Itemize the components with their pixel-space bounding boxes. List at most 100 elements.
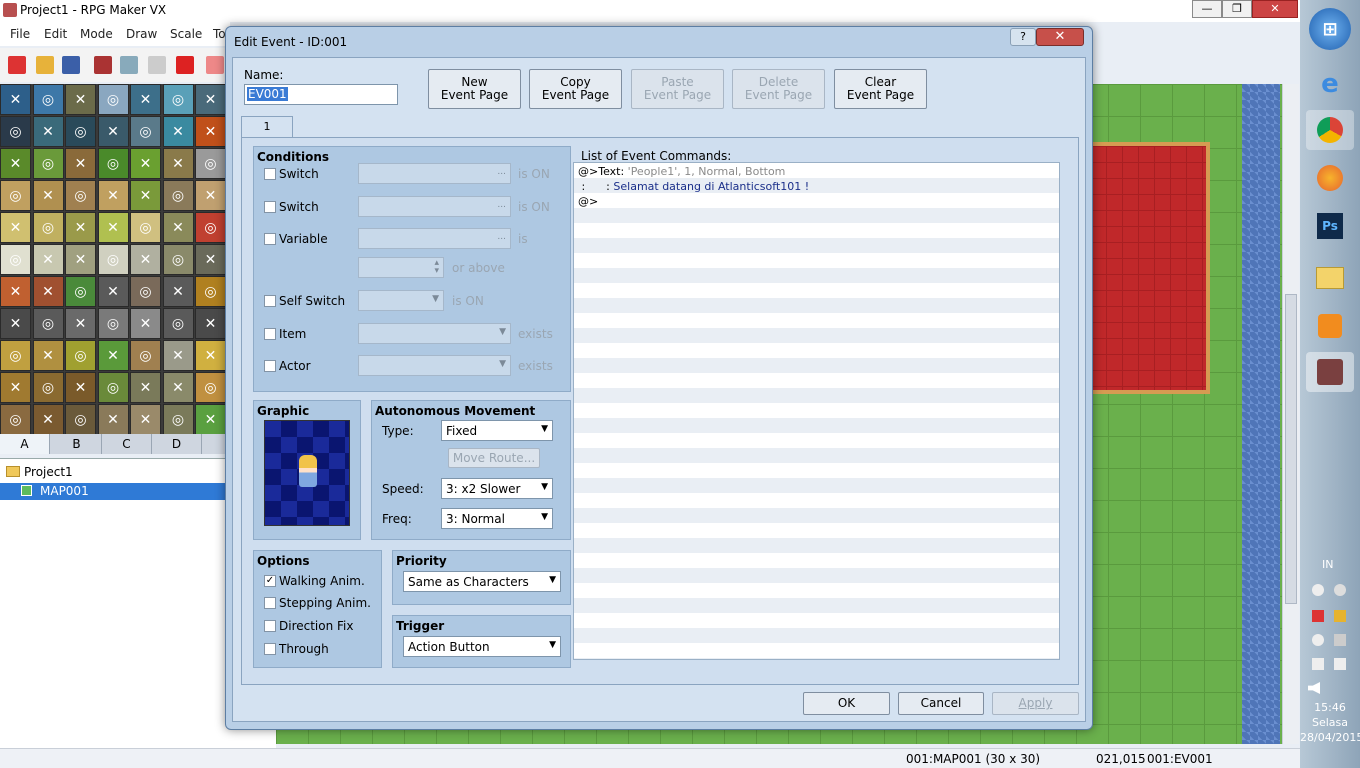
tile[interactable]: ✕: [0, 84, 31, 115]
tile[interactable]: ✕: [195, 116, 226, 147]
clear-event-page-button[interactable]: Clear Event Page: [834, 69, 927, 109]
tile[interactable]: ◎: [130, 116, 161, 147]
tile[interactable]: ◎: [130, 340, 161, 371]
tile[interactable]: ◎: [65, 276, 96, 307]
delete-icon[interactable]: [176, 56, 194, 74]
tab-tileset-b[interactable]: B: [52, 434, 102, 454]
tree-item-selected[interactable]: [0, 483, 228, 500]
rpg-maker-icon[interactable]: [1306, 352, 1354, 392]
type-select[interactable]: Fixed ▼: [441, 420, 553, 441]
tile[interactable]: ◎: [0, 244, 31, 275]
tile[interactable]: ✕: [32, 180, 64, 211]
tile[interactable]: ✕: [130, 148, 161, 179]
tile[interactable]: ◎: [97, 148, 129, 179]
chrome-icon[interactable]: [1306, 110, 1354, 150]
copy-icon[interactable]: [120, 56, 138, 74]
tile[interactable]: ✕: [130, 180, 161, 211]
tab-tileset-a[interactable]: A: [0, 434, 50, 454]
tray-icon[interactable]: [1334, 584, 1346, 596]
tile[interactable]: ✕: [97, 340, 129, 371]
tile[interactable]: ✕: [97, 180, 129, 211]
command-line-3[interactable]: @>: [578, 195, 598, 208]
volume-icon[interactable]: [1308, 682, 1320, 694]
tile[interactable]: ✕: [130, 308, 161, 339]
pen-icon[interactable]: [1334, 610, 1346, 622]
scrollbar-thumb[interactable]: [1285, 294, 1297, 604]
event-graphic[interactable]: [264, 420, 350, 526]
tile[interactable]: ◎: [195, 148, 226, 179]
tile[interactable]: ✕: [65, 148, 96, 179]
tile[interactable]: ◎: [0, 340, 31, 371]
tile[interactable]: ✕: [0, 212, 31, 243]
command-line-2[interactable]: : : Selamat datang di Atlanticsoft101 !: [578, 180, 809, 193]
variable-checkbox[interactable]: [264, 233, 276, 245]
tile[interactable]: ◎: [162, 84, 194, 115]
antivirus-icon[interactable]: [1312, 610, 1324, 622]
menu-tools[interactable]: To: [213, 27, 226, 41]
undo-icon[interactable]: [206, 56, 224, 74]
tile[interactable]: ◎: [65, 340, 96, 371]
tile[interactable]: ◎: [195, 372, 226, 403]
tile[interactable]: ◎: [0, 180, 31, 211]
item-select[interactable]: ▼: [358, 323, 511, 344]
stepping-anim-checkbox[interactable]: [264, 597, 276, 609]
cut-icon[interactable]: [94, 56, 112, 74]
direction-fix-checkbox[interactable]: [264, 620, 276, 632]
apply-button[interactable]: Apply: [992, 692, 1079, 715]
tile[interactable]: ◎: [65, 180, 96, 211]
tile[interactable]: ✕: [32, 404, 64, 434]
tile[interactable]: ◎: [130, 212, 161, 243]
tile[interactable]: ✕: [65, 372, 96, 403]
tile[interactable]: ✕: [97, 212, 129, 243]
media-player-icon[interactable]: [1306, 306, 1354, 346]
tree-map[interactable]: MAP001: [40, 484, 89, 498]
tile[interactable]: ✕: [130, 404, 161, 434]
tile[interactable]: ✕: [195, 84, 226, 115]
minimize-button[interactable]: —: [1192, 0, 1222, 18]
tile[interactable]: ◎: [97, 308, 129, 339]
tile[interactable]: ✕: [195, 340, 226, 371]
tile[interactable]: ✕: [195, 244, 226, 275]
tile[interactable]: ✕: [162, 372, 194, 403]
tab-tileset-d[interactable]: D: [152, 434, 202, 454]
tile[interactable]: ◎: [65, 404, 96, 434]
firefox-icon[interactable]: [1306, 158, 1354, 198]
tile[interactable]: ◎: [32, 372, 64, 403]
input-language[interactable]: IN: [1322, 558, 1333, 571]
tree-project[interactable]: Project1: [24, 465, 73, 479]
menu-edit[interactable]: Edit: [44, 27, 67, 41]
paste-icon[interactable]: [148, 56, 166, 74]
tile[interactable]: ✕: [65, 212, 96, 243]
actor-checkbox[interactable]: [264, 360, 276, 372]
tile[interactable]: ✕: [97, 276, 129, 307]
save-icon[interactable]: [62, 56, 80, 74]
command-line-1[interactable]: @>Text: 'People1', 1, Normal, Bottom: [578, 165, 785, 178]
delete-event-page-button[interactable]: Delete Event Page: [732, 69, 825, 109]
tab-tileset-c[interactable]: C: [102, 434, 152, 454]
new-project-icon[interactable]: [8, 56, 26, 74]
trigger-select[interactable]: Action Button ▼: [403, 636, 561, 657]
usb-icon[interactable]: [1334, 634, 1346, 646]
tile[interactable]: ◎: [195, 212, 226, 243]
tile[interactable]: ✕: [130, 244, 161, 275]
walking-anim-checkbox[interactable]: ✓: [264, 575, 276, 587]
event-commands-list[interactable]: @>Text: 'People1', 1, Normal, Bottom : :…: [573, 162, 1060, 660]
switch1-select[interactable]: ...: [358, 163, 511, 184]
menu-file[interactable]: File: [10, 27, 30, 41]
cancel-button[interactable]: Cancel: [898, 692, 984, 715]
tile[interactable]: ✕: [195, 180, 226, 211]
copy-event-page-button[interactable]: Copy Event Page: [529, 69, 622, 109]
action-center-icon[interactable]: [1312, 658, 1324, 670]
ok-button[interactable]: OK: [803, 692, 890, 715]
internet-explorer-icon[interactable]: e: [1306, 64, 1354, 104]
priority-select[interactable]: Same as Characters ▼: [403, 571, 561, 592]
switch2-checkbox[interactable]: [264, 201, 276, 213]
tileset-palette[interactable]: ✕ ◎ ✕ ◎ ✕ ◎ ✕ ◎ ✕ ◎ ✕ ◎ ✕ ✕ ✕ ◎ ✕ ◎ ✕ ✕ ◎ ◎ ✕ ◎ ✕ ✕ ◎ ✕ ✕ ◎ ✕ ✕ ◎ ✕ ◎ ◎ ✕ ✕ ◎ ✕…: [0, 84, 228, 434]
bluetooth-icon[interactable]: [1312, 584, 1324, 596]
paste-event-page-button[interactable]: Paste Event Page: [631, 69, 724, 109]
tile[interactable]: ◎: [97, 244, 129, 275]
tile[interactable]: ◎: [195, 276, 226, 307]
close-icon[interactable]: ✕: [1036, 28, 1084, 46]
switch2-select[interactable]: ...: [358, 196, 511, 217]
self-switch-checkbox[interactable]: [264, 295, 276, 307]
